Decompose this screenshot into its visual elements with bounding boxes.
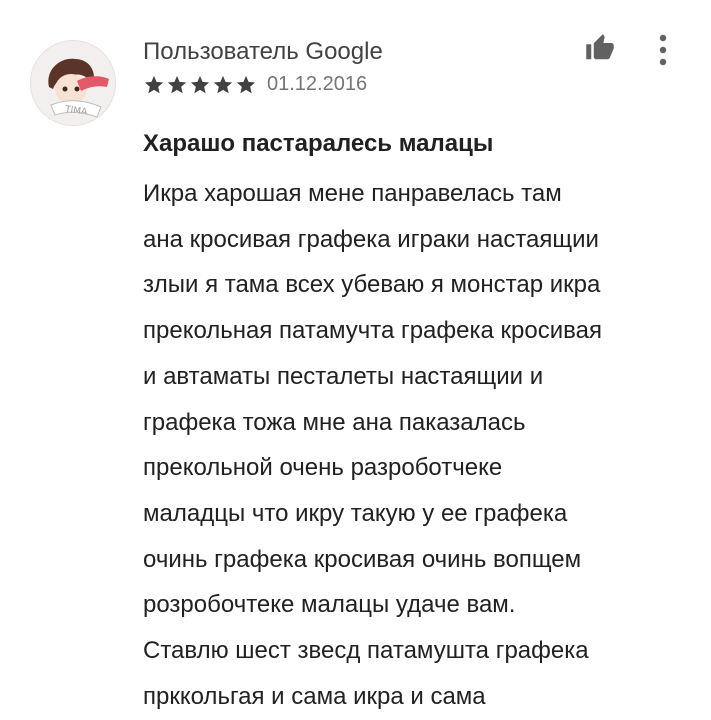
review-author: Пользователь Google [143,38,383,65]
more-vert-icon [659,34,667,66]
star-icon [213,75,233,93]
review-title: Харашо пастаралесь малацы [143,130,494,157]
review-body-line: ана кросивая графека играки настаящии [143,225,599,253]
review-body-line: очинь графека кросивая очинь вопщем [143,545,582,573]
review-body-line: графека тожа мне ана паказалась [143,408,526,436]
star-icon [144,75,164,93]
review-body-line: прекольной очень разроботчеке [143,454,503,482]
review-body-line: розробочтеке малацы удаче вам. [143,591,516,619]
review-body-line: Икра харошая мене панравелась там [143,180,562,207]
review-body: Икра харошая мене панравелась там ана кро… [143,171,703,719]
star-rating [143,74,257,96]
review-meta: 01.12.2016 [143,73,367,96]
review-body-line: прккольгая и сама икра и сама [143,682,486,710]
star-icon [236,75,256,93]
helpful-button[interactable] [580,28,620,68]
star-icon [167,75,187,93]
avatar-drawing: TIMA [31,41,115,125]
review-body-line: злыи я тама всех убеваю я монстар икра [143,271,601,299]
review-body-line: Ставлю шест звесд патамушта графека [143,637,589,665]
avatar[interactable]: TIMA [30,40,116,126]
review-date: 01.12.2016 [267,73,368,95]
star-icon [190,75,210,93]
thumbs-up-icon [586,34,614,60]
review-body-line: маладцы что икру такую у ее графека [143,499,568,527]
more-options-button[interactable] [648,28,678,72]
review-body-line: прекольная патамучта графека кросивая [143,317,602,345]
review-body-line: и автаматы песталеты настаящии и [143,362,544,390]
